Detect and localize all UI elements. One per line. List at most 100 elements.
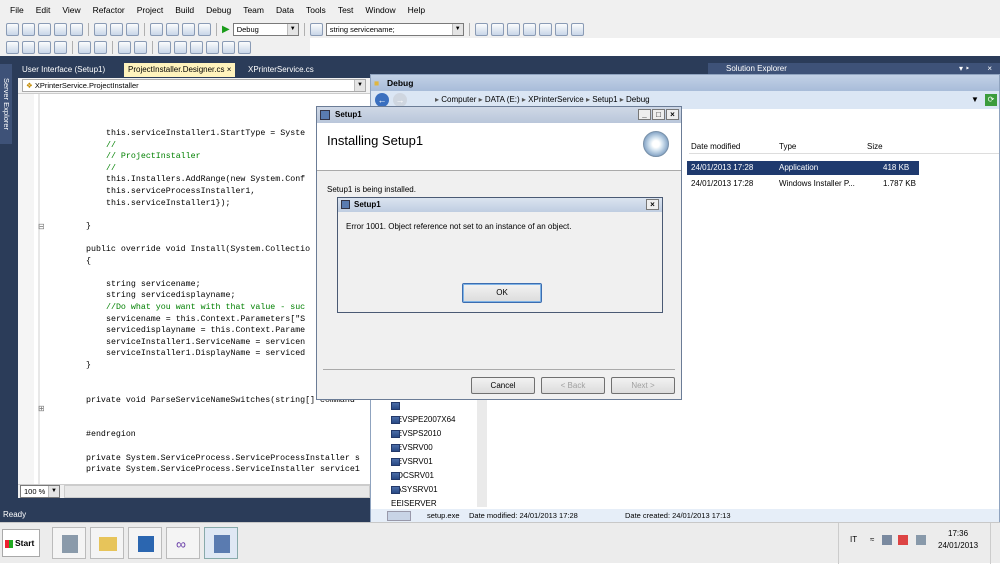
menu-edit[interactable]: Edit xyxy=(30,0,57,20)
menu-data[interactable]: Data xyxy=(270,0,300,20)
configuration-select[interactable]: Debug ▼ xyxy=(232,22,299,36)
breadcrumb-item[interactable]: ▸ Debug xyxy=(618,95,650,104)
find-icon[interactable] xyxy=(309,22,323,36)
save-all-icon[interactable] xyxy=(70,22,83,36)
menu-window[interactable]: Window xyxy=(359,0,401,20)
menu-test[interactable]: Test xyxy=(332,0,360,20)
volume-icon[interactable] xyxy=(916,535,926,545)
next-bookmark-icon[interactable] xyxy=(190,40,203,54)
start-debugging-icon[interactable]: ▶ xyxy=(222,24,230,35)
clock-date[interactable]: 24/01/2013 xyxy=(938,541,978,550)
redo-icon[interactable] xyxy=(166,22,179,36)
col-type[interactable]: Type xyxy=(779,142,796,151)
col-date-modified[interactable]: Date modified xyxy=(691,142,740,151)
tree-item[interactable]: DEVSRV00 xyxy=(391,427,433,452)
menu-team[interactable]: Team xyxy=(237,0,270,20)
clock-time[interactable]: 17:36 xyxy=(948,529,968,538)
comment-icon[interactable] xyxy=(118,40,131,54)
tab-xprinterservice[interactable]: XPrinterService.cs xyxy=(244,63,318,77)
new-project-icon[interactable] xyxy=(6,22,19,36)
tree-item[interactable]: DEVSPE2007X64 xyxy=(391,399,456,424)
visual-studio-task[interactable]: ∞ xyxy=(166,527,200,559)
server-manager-task[interactable] xyxy=(52,527,86,559)
language-indicator[interactable]: IT xyxy=(850,535,857,544)
clear-bookmarks-icon[interactable] xyxy=(238,40,251,54)
forward-icon[interactable]: → xyxy=(393,93,407,107)
word-complete-icon[interactable] xyxy=(54,40,67,54)
close-button[interactable]: × xyxy=(666,109,679,120)
quick-info-icon[interactable] xyxy=(38,40,51,54)
tree-item[interactable]: DOCSRV01 xyxy=(391,455,434,480)
solution-explorer-icon[interactable] xyxy=(490,22,504,36)
minimize-button[interactable]: _ xyxy=(638,109,651,120)
back-icon[interactable]: ← xyxy=(375,93,389,107)
open-icon[interactable] xyxy=(38,22,51,36)
tree-item[interactable]: EEISERVER xyxy=(391,483,437,508)
prev-bookmark-folder-icon[interactable] xyxy=(206,40,219,54)
increase-indent-icon[interactable] xyxy=(94,40,107,54)
menu-debug[interactable]: Debug xyxy=(200,0,237,20)
find-in-files-icon[interactable] xyxy=(474,22,488,36)
decrease-indent-icon[interactable] xyxy=(78,40,91,54)
start-page-icon[interactable] xyxy=(554,22,568,36)
outdent-icon[interactable] xyxy=(6,40,19,54)
code-line[interactable]: #endregion xyxy=(18,429,370,441)
file-row[interactable]: 24/01/2013 17:28 Application 418 KB xyxy=(687,161,919,175)
copy-icon[interactable] xyxy=(110,22,123,36)
code-line[interactable] xyxy=(18,441,370,453)
cut-icon[interactable] xyxy=(94,22,107,36)
tab-user-interface[interactable]: User Interface (Setup1) xyxy=(18,63,109,77)
tree-item[interactable]: EASYSRV01 xyxy=(391,469,438,494)
tab-projectinstaller-designer[interactable]: ProjectInstaller.Designer.cs × xyxy=(124,63,236,77)
object-browser-icon[interactable] xyxy=(522,22,536,36)
setup-task[interactable] xyxy=(204,527,238,559)
save-icon[interactable] xyxy=(54,22,67,36)
breadcrumb-item[interactable]: ▸ Computer xyxy=(435,95,476,104)
explorer-task[interactable] xyxy=(90,527,124,559)
menu-build[interactable]: Build xyxy=(169,0,200,20)
network-icon[interactable] xyxy=(882,535,892,545)
server-explorer-tab[interactable]: Server Explorer xyxy=(0,64,12,144)
col-size[interactable]: Size xyxy=(867,142,883,151)
prev-bookmark-icon[interactable] xyxy=(174,40,187,54)
cancel-button[interactable]: Cancel xyxy=(471,377,535,394)
bookmark-icon[interactable] xyxy=(158,40,171,54)
file-row[interactable]: 24/01/2013 17:28 Windows Installer P... 1.… xyxy=(687,177,919,191)
powershell-task[interactable] xyxy=(128,527,162,559)
refresh-icon[interactable]: ⟳ xyxy=(985,94,997,106)
show-hidden-icons[interactable]: ≈ xyxy=(870,535,874,544)
code-line[interactable]: private System.ServiceProcess.ServiceIns… xyxy=(18,464,370,476)
uncomment-icon[interactable] xyxy=(134,40,147,54)
maximize-button[interactable]: □ xyxy=(652,109,665,120)
horizontal-scrollbar[interactable] xyxy=(64,485,370,498)
start-button[interactable]: Start xyxy=(2,529,40,557)
close-tab-icon[interactable]: × xyxy=(227,65,232,74)
code-line[interactable] xyxy=(18,418,370,430)
next-button[interactable]: Next > xyxy=(611,377,675,394)
action-center-icon[interactable] xyxy=(898,535,908,545)
code-line[interactable] xyxy=(18,406,370,418)
back-button[interactable]: < Back xyxy=(541,377,605,394)
error-close-button[interactable]: × xyxy=(646,199,659,210)
address-dropdown-icon[interactable]: ▼ xyxy=(971,91,979,109)
undo-icon[interactable] xyxy=(150,22,163,36)
ok-button[interactable]: OK xyxy=(462,283,542,303)
breadcrumb-item[interactable]: ▸ XPrinterService xyxy=(520,95,584,104)
menu-view[interactable]: View xyxy=(56,0,86,20)
tree-item[interactable]: DEVSRV01 xyxy=(391,441,433,466)
menu-refactor[interactable]: Refactor xyxy=(87,0,131,20)
indent-icon[interactable] xyxy=(22,40,35,54)
menu-help[interactable]: Help xyxy=(402,0,431,20)
navigate-icon[interactable] xyxy=(182,22,195,36)
code-line[interactable]: private System.ServiceProcess.ServicePro… xyxy=(18,453,370,465)
toolbox-icon[interactable] xyxy=(538,22,552,36)
show-desktop-button[interactable] xyxy=(990,523,1000,564)
breadcrumb-item[interactable]: ▸ DATA (E:) xyxy=(476,95,520,104)
next-bookmark-folder-icon[interactable] xyxy=(222,40,235,54)
menu-file[interactable]: File xyxy=(4,0,30,20)
menu-tools[interactable]: Tools xyxy=(300,0,332,20)
menu-project[interactable]: Project xyxy=(131,0,169,20)
navigate-forward-icon[interactable] xyxy=(198,22,211,36)
breadcrumb-item[interactable]: ▸ Setup1 xyxy=(584,95,618,104)
tree-item[interactable]: DEVSPS2010 xyxy=(391,413,441,438)
